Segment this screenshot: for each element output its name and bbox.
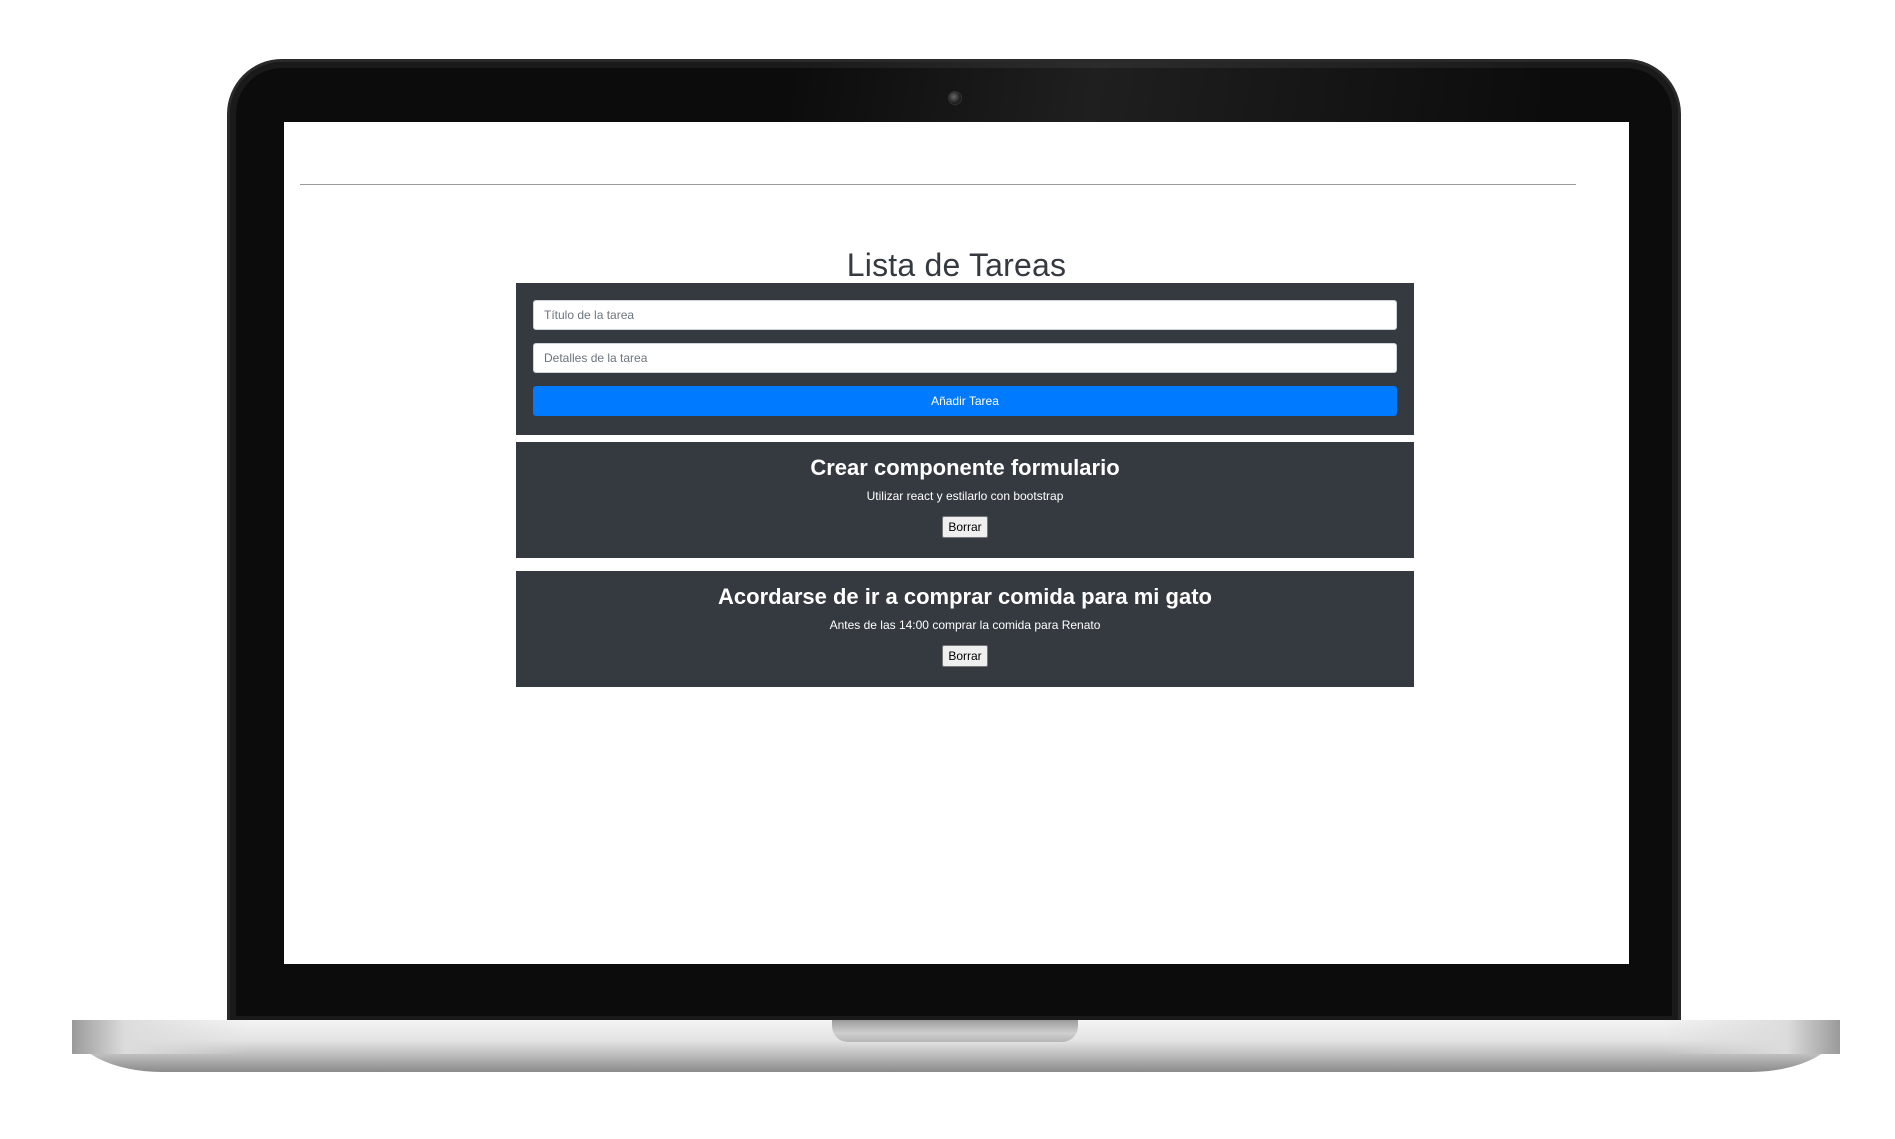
task-title: Crear componente formulario <box>810 455 1120 480</box>
webcam-icon <box>949 92 961 104</box>
page-title: Lista de Tareas <box>846 247 1067 284</box>
laptop-hinge-notch <box>832 1020 1078 1042</box>
task-description: Antes de las 14:00 comprar la comida par… <box>829 618 1101 632</box>
task-title: Acordarse de ir a comprar comida para mi… <box>718 584 1212 609</box>
top-divider <box>300 184 1576 185</box>
task-form: Añadir Tarea <box>516 283 1414 435</box>
laptop-mockup: Lista de Tareas Añadir Tarea Crear compo… <box>0 0 1895 1139</box>
task-details-input[interactable] <box>533 343 1397 373</box>
task-title-input[interactable] <box>533 300 1397 330</box>
delete-task-button[interactable]: Borrar <box>942 516 988 538</box>
task-card: Acordarse de ir a comprar comida para mi… <box>516 571 1414 687</box>
task-card: Crear componente formulario Utilizar rea… <box>516 442 1414 558</box>
app-screen: Lista de Tareas Añadir Tarea Crear compo… <box>284 122 1629 964</box>
bezel-reflection <box>790 62 1550 122</box>
delete-task-button[interactable]: Borrar <box>942 645 988 667</box>
add-task-button[interactable]: Añadir Tarea <box>533 386 1397 416</box>
task-description: Utilizar react y estilarlo con bootstrap <box>866 489 1064 503</box>
